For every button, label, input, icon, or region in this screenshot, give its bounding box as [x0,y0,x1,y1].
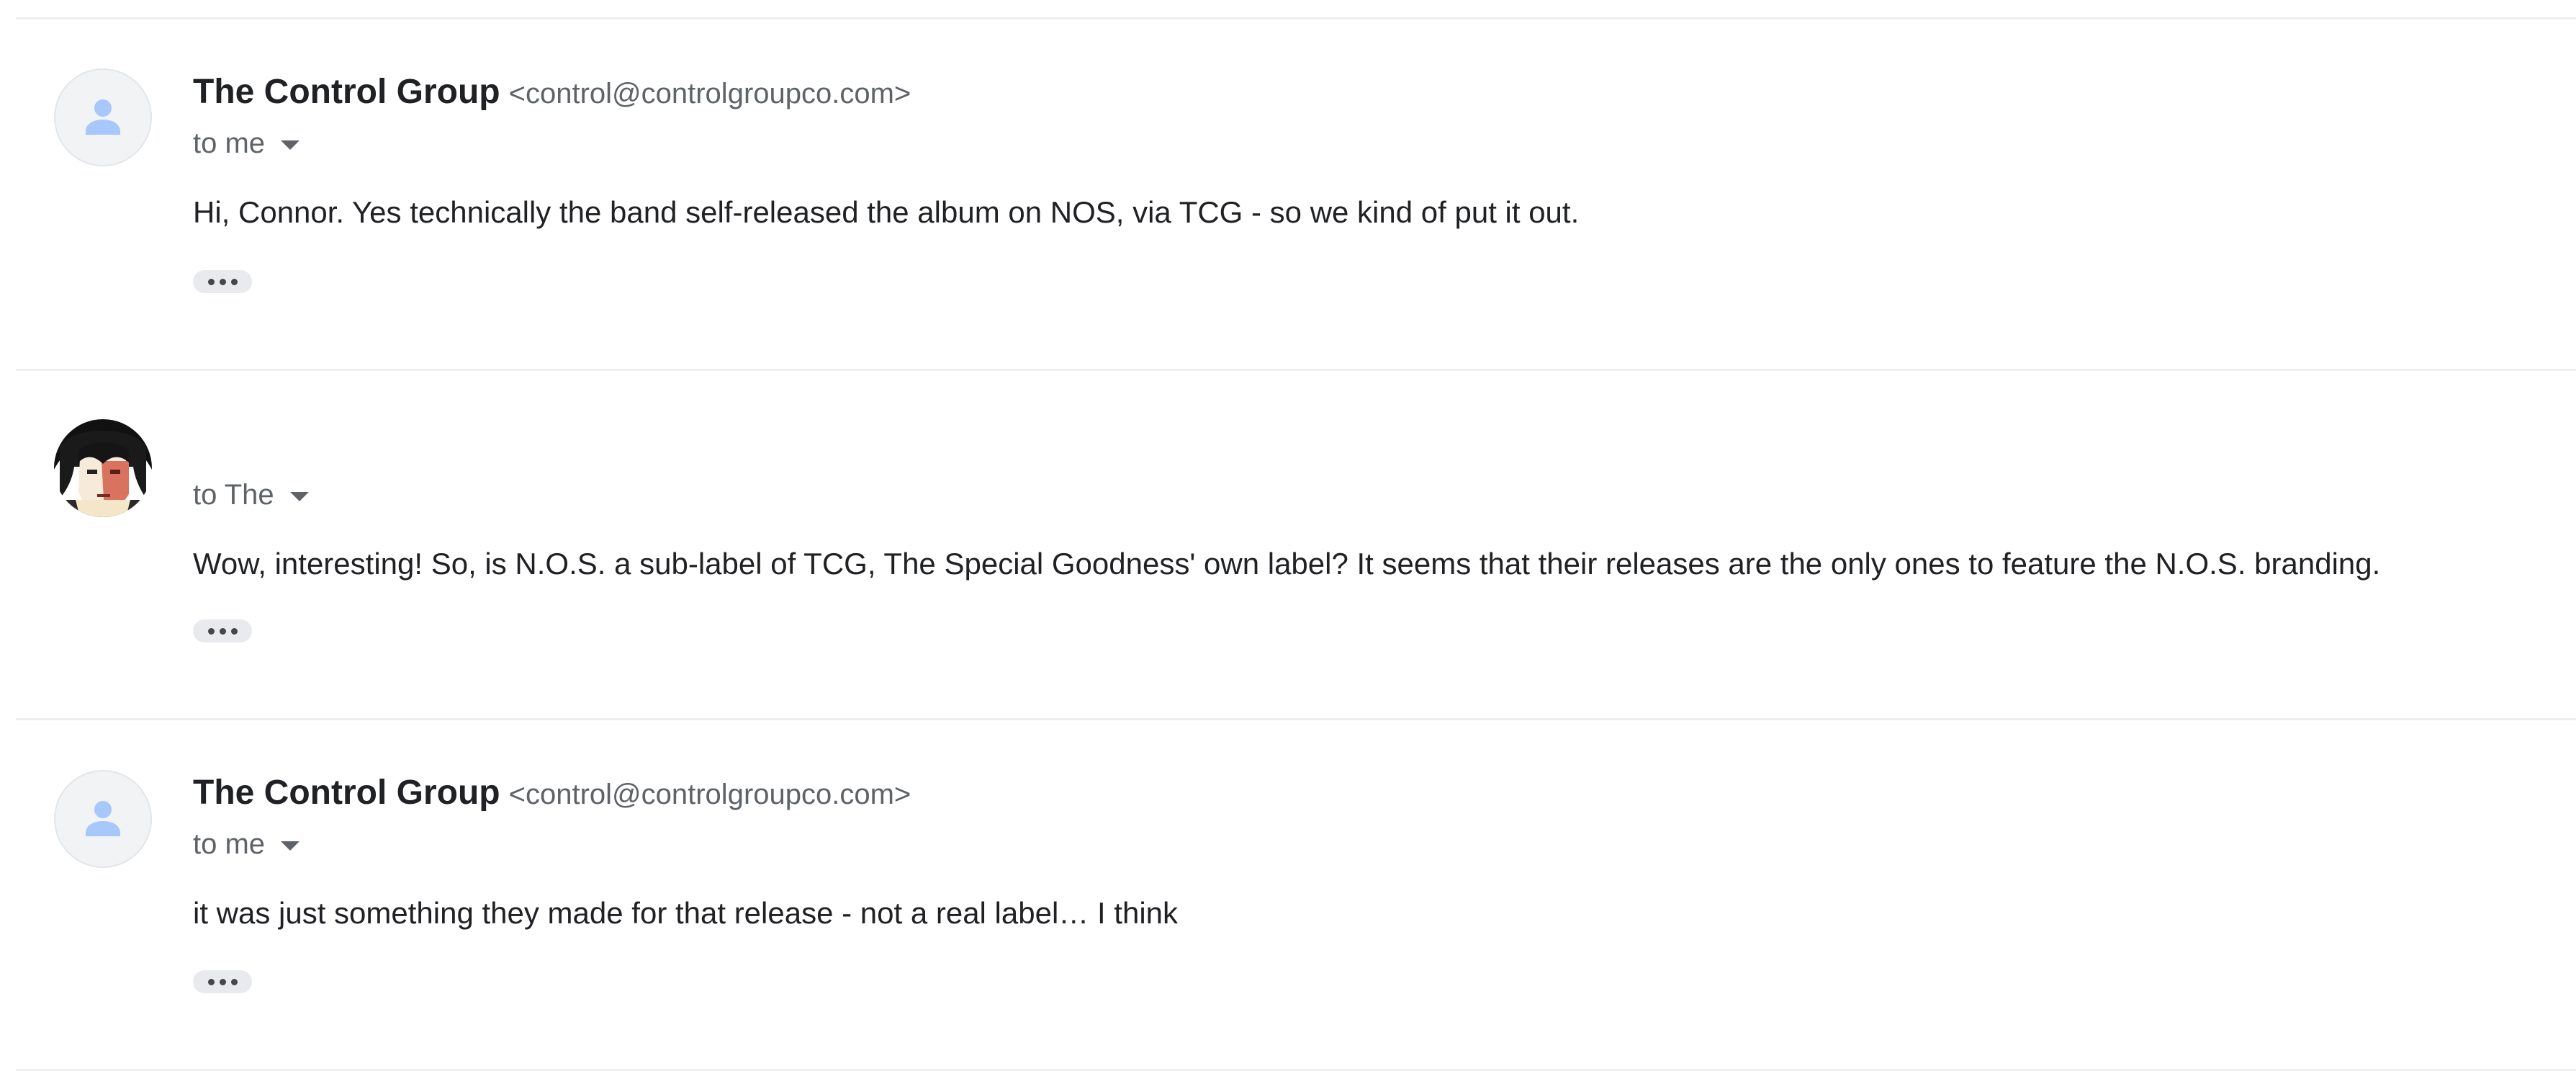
recipient-dropdown[interactable]: to me [193,830,300,859]
more-horiz-icon-dot [230,278,238,285]
sender-name[interactable]: The Control Group [193,73,500,111]
message-body: Wow, interesting! So, is N.O.S. a sub-la… [193,547,2381,581]
more-horiz-icon [207,978,215,985]
more-horiz-icon [207,627,215,635]
sender-name[interactable]: The Control Group [193,774,500,812]
more-horiz-icon-dot [219,978,226,985]
more-horiz-icon [207,278,215,285]
message-body: Hi, Connor. Yes technically the band sel… [193,195,1580,229]
thread-divider [16,1069,2576,1071]
more-horiz-icon-dot [230,627,238,635]
recipient-label: to me [193,828,266,860]
thread-divider [16,17,2576,19]
sender-avatar[interactable] [54,770,152,868]
sender-line: The Control Group <control@controlgroupco… [193,75,911,109]
thread-divider [16,369,2576,371]
caret-down-icon[interactable] [281,140,300,150]
more-horiz-icon-dot [219,627,226,635]
caret-down-icon[interactable] [289,491,309,501]
sender-avatar[interactable] [54,419,152,517]
sender-avatar[interactable] [54,68,152,166]
recipient-label: to me [193,127,266,159]
more-horiz-icon-dot [230,978,238,985]
sender-email: <control@controlgroupco.com> [508,78,911,109]
profile-photo [54,419,152,517]
person-icon [86,801,120,836]
sender-line: The Control Group <control@controlgroupco… [193,776,911,810]
recipient-label: to The [193,479,274,511]
recipient-dropdown[interactable]: to me [193,129,300,158]
caret-down-icon[interactable] [281,841,300,851]
sender-line [193,426,202,461]
sender-email: <control@controlgroupco.com> [508,779,911,810]
message-body: it was just something they made for that… [193,896,1179,930]
person-icon [86,99,120,135]
thread-divider [16,718,2576,720]
show-trimmed-content-button[interactable] [193,970,252,993]
recipient-dropdown[interactable]: to The [193,480,309,509]
more-horiz-icon-dot [219,278,226,285]
show-trimmed-content-button[interactable] [193,619,252,642]
show-trimmed-content-button[interactable] [193,270,252,293]
